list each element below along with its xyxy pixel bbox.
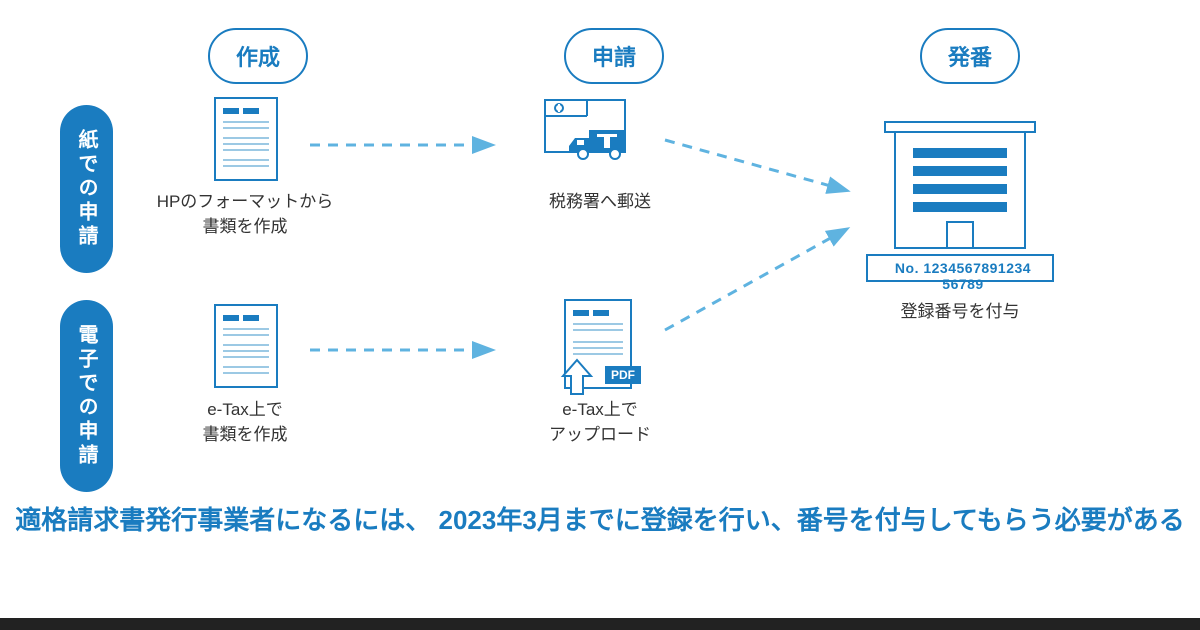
caption-issue: 登録番号を付与	[860, 300, 1060, 325]
registration-number: No. 1234567891234 56789	[873, 260, 1053, 292]
caption-electronic-create: e-Tax上で 書類を作成	[145, 398, 345, 447]
svg-text:PDF: PDF	[611, 368, 635, 382]
caption-electronic-apply: e-Tax上で アップロード	[500, 398, 700, 447]
summary-text: 適格請求書発行事業者になるには、 2023年3月までに登録を行い、番号を付与して…	[0, 500, 1200, 542]
caption-paper-create: HPのフォーマットから 書類を作成	[145, 190, 345, 239]
caption-paper-apply: 税務署へ郵送	[500, 190, 700, 215]
bottom-bar	[0, 618, 1200, 630]
